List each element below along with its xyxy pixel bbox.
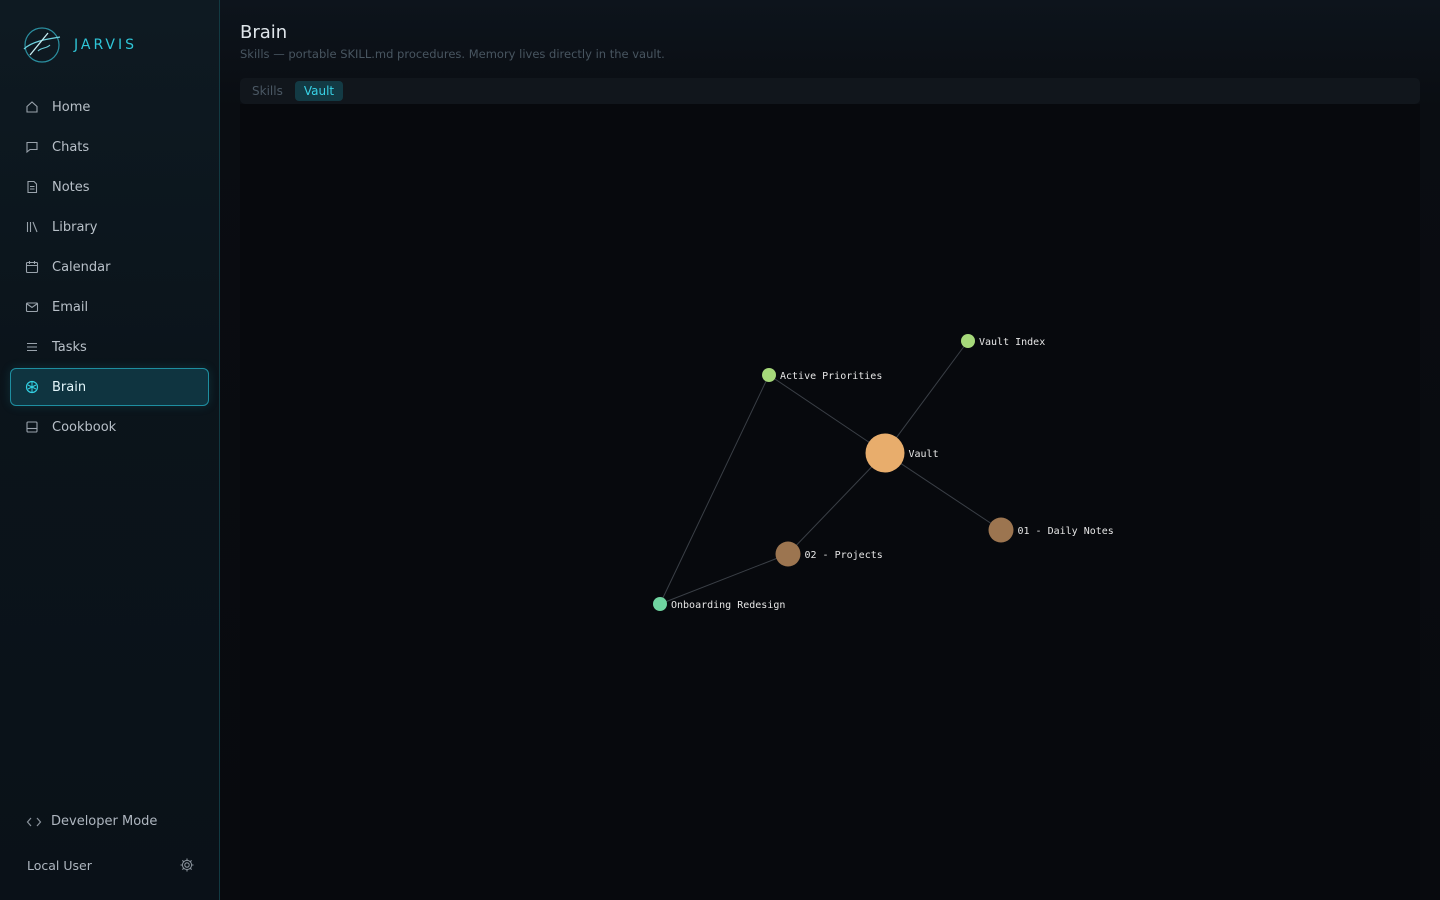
graph-edge-projects-onboarding bbox=[659, 553, 789, 605]
mail-icon bbox=[25, 300, 39, 314]
vault-graph-canvas[interactable]: Vault Vault Index Active Priorities 01 - Da… bbox=[240, 104, 1420, 900]
sidebar-item-notes[interactable]: Notes bbox=[10, 168, 209, 206]
app-root: JARVIS Home Chats Notes Library Calendar… bbox=[0, 0, 1440, 900]
graph-edge-active-onboarding bbox=[659, 374, 770, 605]
graph-node-label: Onboarding Redesign bbox=[671, 600, 785, 611]
graph-node-onboarding[interactable] bbox=[653, 597, 667, 611]
tab-skills[interactable]: Skills bbox=[243, 81, 292, 101]
library-icon bbox=[25, 220, 39, 234]
sidebar: JARVIS Home Chats Notes Library Calendar… bbox=[0, 0, 220, 900]
sidebar-item-calendar[interactable]: Calendar bbox=[10, 248, 209, 286]
brain-icon bbox=[25, 380, 39, 394]
vault-graph[interactable]: Vault Vault Index Active Priorities 01 - Da… bbox=[240, 104, 1420, 900]
graph-node-label: Vault bbox=[909, 449, 939, 460]
graph-edge-vault-projects bbox=[787, 452, 886, 555]
graph-node-active[interactable] bbox=[762, 368, 776, 382]
code-icon bbox=[26, 817, 42, 826]
graph-node-index[interactable] bbox=[961, 334, 975, 348]
jarvis-logo-icon bbox=[23, 27, 61, 63]
home-icon bbox=[25, 100, 39, 114]
graph-node-daily[interactable] bbox=[988, 517, 1014, 543]
user-row: Local User bbox=[27, 857, 195, 873]
sidebar-item-library[interactable]: Library bbox=[10, 208, 209, 246]
sidebar-item-chats[interactable]: Chats bbox=[10, 128, 209, 166]
calendar-icon bbox=[25, 260, 39, 274]
sidebar-item-label: Chats bbox=[52, 139, 90, 155]
sidebar-item-label: Home bbox=[52, 99, 91, 115]
sidebar-item-label: Cookbook bbox=[52, 419, 117, 435]
developer-mode-toggle[interactable]: Developer Mode bbox=[26, 814, 157, 829]
graph-edge-vault-daily bbox=[884, 452, 1002, 531]
user-name[interactable]: Local User bbox=[27, 858, 92, 873]
sidebar-nav: Home Chats Notes Library Calendar Email … bbox=[10, 88, 209, 448]
page-subtitle: Skills — portable SKILL.md procedures. M… bbox=[240, 47, 665, 61]
sidebar-item-home[interactable]: Home bbox=[10, 88, 209, 126]
sidebar-item-label: Brain bbox=[52, 379, 87, 395]
sidebar-item-brain[interactable]: Brain bbox=[10, 368, 209, 406]
gear-icon[interactable] bbox=[179, 857, 195, 873]
sidebar-item-label: Tasks bbox=[52, 339, 87, 355]
tab-vault[interactable]: Vault bbox=[294, 81, 344, 101]
chat-icon bbox=[25, 140, 39, 154]
book-icon bbox=[25, 420, 39, 434]
sidebar-item-label: Calendar bbox=[52, 259, 111, 275]
graph-node-label: Active Priorities bbox=[780, 371, 882, 382]
note-icon bbox=[25, 180, 39, 194]
sidebar-item-label: Email bbox=[52, 299, 89, 315]
graph-edge-vault-active bbox=[768, 374, 886, 454]
tab-bar: Skills Vault bbox=[240, 78, 1420, 104]
main-content: Brain Skills — portable SKILL.md procedu… bbox=[220, 0, 1440, 900]
sidebar-item-label: Library bbox=[52, 219, 98, 235]
list-icon bbox=[25, 340, 39, 354]
graph-node-label: 01 - Daily Notes bbox=[1018, 526, 1114, 537]
sidebar-item-cookbook[interactable]: Cookbook bbox=[10, 408, 209, 446]
graph-edge-vault-index bbox=[884, 340, 969, 454]
sidebar-item-tasks[interactable]: Tasks bbox=[10, 328, 209, 366]
graph-node-vault[interactable] bbox=[865, 433, 905, 473]
graph-node-projects[interactable] bbox=[775, 541, 801, 567]
sidebar-item-email[interactable]: Email bbox=[10, 288, 209, 326]
page-title: Brain bbox=[240, 22, 288, 43]
sidebar-item-label: Notes bbox=[52, 179, 90, 195]
brand-name: JARVIS bbox=[74, 37, 138, 53]
developer-mode-label: Developer Mode bbox=[51, 814, 158, 829]
graph-node-label: 02 - Projects bbox=[805, 550, 883, 561]
graph-node-label: Vault Index bbox=[979, 337, 1045, 348]
brand[interactable]: JARVIS bbox=[20, 25, 137, 65]
